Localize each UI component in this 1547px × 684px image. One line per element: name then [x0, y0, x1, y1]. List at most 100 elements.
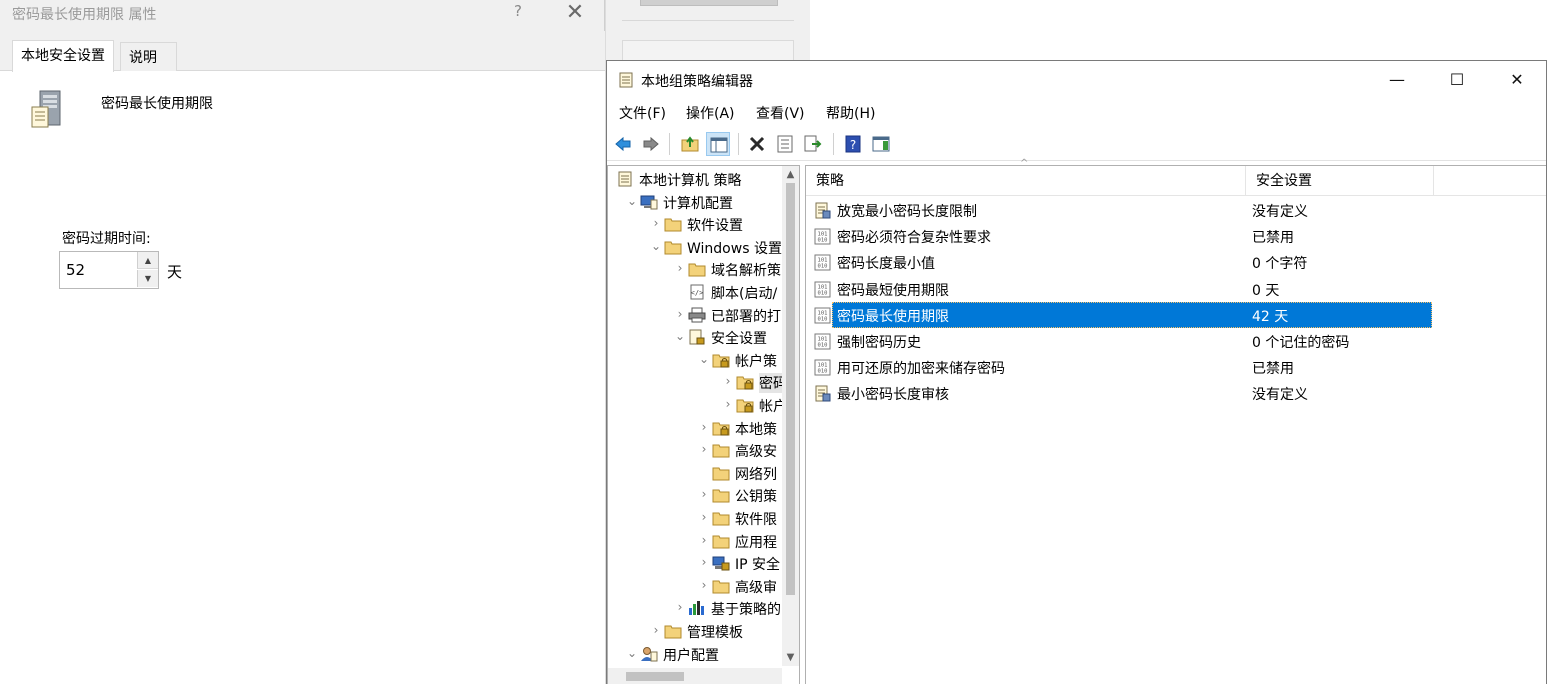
expand-chevron-icon[interactable]: › [698, 442, 710, 456]
password-expire-input[interactable] [60, 252, 136, 288]
tree-item-label: 用户配置 [663, 647, 719, 664]
help-icon[interactable]: ? [841, 132, 865, 156]
tree-item[interactable]: › 已部署的打 [608, 304, 782, 326]
expand-chevron-icon[interactable]: › [674, 600, 686, 614]
scroll-down-arrow[interactable]: ▼ [782, 649, 799, 666]
folder-icon [712, 442, 730, 458]
table-row[interactable]: 101 010 密码最长使用期限 42 天 [806, 301, 1436, 328]
tree-item[interactable]: ⌄ 用户配置 [608, 643, 782, 665]
tree-item[interactable]: › 高级审 [608, 575, 782, 597]
policy-document-icon [814, 385, 831, 402]
folder-icon [712, 533, 730, 549]
binary-policy-icon: 101 010 [814, 254, 831, 271]
expand-chevron-icon[interactable]: › [698, 420, 710, 434]
tree-item[interactable]: › 软件限 [608, 507, 782, 529]
maximize-button[interactable]: ☐ [1428, 61, 1486, 99]
hscroll-thumb[interactable] [626, 672, 684, 681]
tab-local-security-setting[interactable]: 本地安全设置 [12, 40, 114, 72]
expand-chevron-icon[interactable]: › [674, 261, 686, 275]
tree-item[interactable]: › IP 安全 [608, 552, 782, 574]
collapse-chevron-icon[interactable]: ⌄ [626, 646, 638, 660]
collapse-chevron-icon[interactable]: ⌄ [626, 194, 638, 208]
tree-item[interactable]: </> 脚本(启动/ [608, 281, 782, 303]
expand-chevron-icon[interactable]: › [698, 578, 710, 592]
menu-action[interactable]: 操作(A) [680, 103, 741, 125]
expand-chevron-icon[interactable]: › [650, 623, 662, 637]
tree-item[interactable]: › 高级安 [608, 439, 782, 461]
export-list-icon[interactable] [801, 132, 825, 156]
menu-view[interactable]: 查看(V) [750, 103, 811, 125]
days-unit-label: 天 [167, 263, 183, 281]
spin-down-button[interactable]: ▼ [137, 270, 158, 287]
column-header-security-setting[interactable]: 安全设置 [1246, 166, 1434, 196]
tree-item[interactable]: › 基于策略的 [608, 597, 782, 619]
menu-help[interactable]: 帮助(H) [820, 103, 881, 125]
scroll-thumb[interactable] [786, 183, 795, 595]
dialog-help-button[interactable]: ? [508, 2, 528, 20]
tree-item[interactable]: › 公钥策 [608, 484, 782, 506]
close-button[interactable]: ✕ [1488, 61, 1546, 99]
tree-item[interactable]: ⌄ 安全设置 [608, 326, 782, 348]
tree-item-label: Windows 设置 [687, 240, 782, 257]
binary-policy-icon: 101 010 [814, 307, 831, 324]
show-hide-tree-icon[interactable] [706, 132, 730, 156]
spin-up-button[interactable]: ▲ [137, 252, 158, 269]
tree-item[interactable]: ⌄ Windows 设置 [608, 236, 782, 258]
tree-item[interactable]: 本地计算机 策略 [608, 168, 782, 190]
dialog-close-button[interactable]: ✕ [562, 0, 588, 26]
tree-item[interactable]: ⌄ 帐户策 [608, 349, 782, 371]
table-row[interactable]: 101 010 密码必须符合复杂性要求 已禁用 [806, 223, 1436, 249]
tree-vertical-scrollbar[interactable]: ▲ ▼ [782, 166, 799, 666]
back-arrow-icon[interactable] [611, 132, 635, 156]
tree-item[interactable]: › 密码 [608, 371, 787, 394]
binary-policy-icon: 101 010 [814, 333, 831, 350]
policy-name: 放宽最小密码长度限制 [837, 204, 977, 220]
tab-explain[interactable]: 说明 [120, 42, 177, 71]
editor-titlebar[interactable]: 本地组策略编辑器 — ☐ ✕ [607, 61, 1546, 99]
collapse-chevron-icon[interactable]: ⌄ [698, 352, 710, 366]
table-row[interactable]: 101 010 密码长度最小值 0 个字符 [806, 249, 1436, 275]
tree-item[interactable]: › 管理模板 [608, 620, 782, 642]
tree-item[interactable]: ⌄ 计算机配置 [608, 191, 782, 213]
folder-icon [688, 261, 706, 277]
scroll-up-arrow[interactable]: ▲ [782, 166, 799, 183]
table-row[interactable]: 101 010 用可还原的加密来储存密码 已禁用 [806, 354, 1436, 380]
table-row[interactable]: 101 010 强制密码历史 0 个记住的密码 [806, 328, 1436, 354]
forward-arrow-icon[interactable] [639, 132, 663, 156]
action-pane-icon[interactable] [869, 132, 893, 156]
expand-chevron-icon[interactable]: › [650, 216, 662, 230]
expand-chevron-icon[interactable]: › [674, 307, 686, 321]
collapse-chevron-icon[interactable]: ⌄ [674, 329, 686, 343]
expand-chevron-icon[interactable]: › [722, 374, 734, 388]
editor-title: 本地组策略编辑器 [641, 74, 753, 90]
delete-icon[interactable] [745, 132, 769, 156]
binary-policy-icon: 101 010 [814, 281, 831, 298]
tree-item[interactable]: › 帐户 [608, 394, 787, 416]
background-divider [622, 20, 794, 21]
table-row[interactable]: 放宽最小密码长度限制 没有定义 [806, 197, 1436, 223]
up-folder-icon[interactable] [678, 132, 702, 156]
tree-item[interactable]: › 软件设置 [608, 213, 782, 235]
expand-chevron-icon[interactable]: › [722, 397, 734, 411]
tree-horizontal-scrollbar[interactable] [608, 668, 782, 684]
expand-chevron-icon[interactable]: › [698, 510, 710, 524]
tree-item-label: 计算机配置 [663, 195, 733, 212]
tree-item[interactable]: › 域名解析策 [608, 258, 782, 280]
user-icon [640, 646, 658, 662]
column-header-policy[interactable]: 策略 [806, 166, 1246, 196]
tree-item[interactable]: › 本地策 [608, 417, 782, 439]
properties-icon[interactable] [773, 132, 797, 156]
collapse-chevron-icon[interactable]: ⌄ [650, 239, 662, 253]
tree-item[interactable]: 网络列 [608, 462, 782, 484]
table-row[interactable]: 101 010 密码最短使用期限 0 天 [806, 276, 1436, 302]
tree-item[interactable]: › 应用程 [608, 530, 782, 552]
dialog-titlebar[interactable]: 密码最长使用期限 属性 ? ✕ [0, 0, 604, 31]
toolbar-separator [738, 133, 739, 155]
table-row[interactable]: 最小密码长度审核 没有定义 [806, 380, 1436, 406]
minimize-button[interactable]: — [1368, 61, 1426, 99]
expand-chevron-icon[interactable]: › [698, 533, 710, 547]
menu-file[interactable]: 文件(F) [613, 103, 672, 125]
console-tree[interactable]: 本地计算机 策略 ⌄ 计算机配置 › 软件设置 ⌄ Windows 设置 › 域名解析策 </> 脚… [607, 165, 800, 684]
expand-chevron-icon[interactable]: › [698, 487, 710, 501]
expand-chevron-icon[interactable]: › [698, 555, 710, 569]
